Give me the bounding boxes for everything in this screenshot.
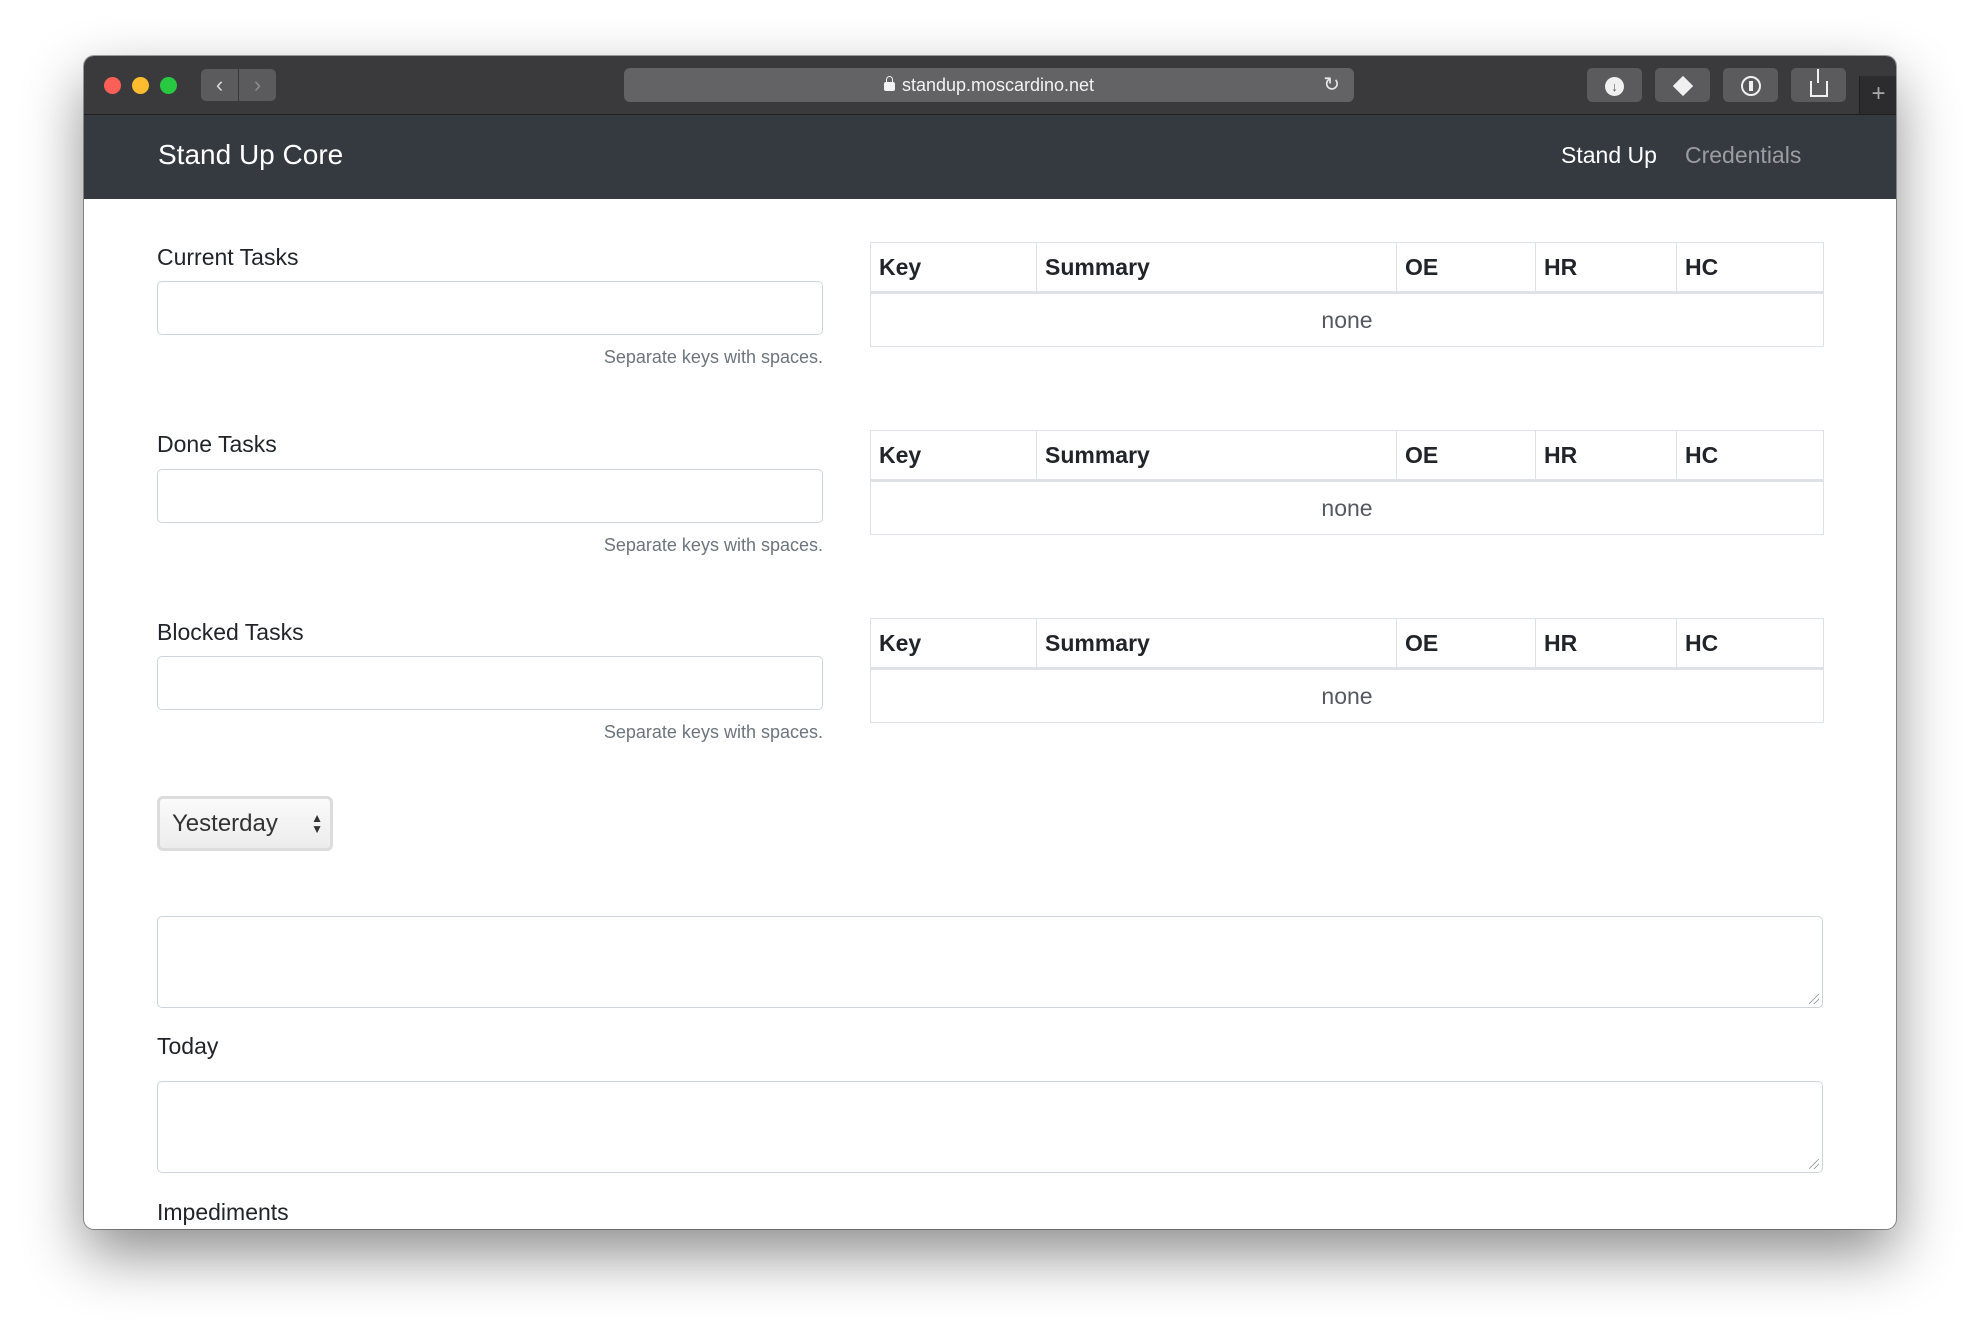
table-row: none — [870, 480, 1824, 535]
column-header-hc: HC — [1676, 242, 1824, 294]
day-select-value: Yesterday — [172, 810, 278, 837]
table-row: none — [870, 668, 1824, 723]
yesterday-textarea[interactable] — [157, 916, 1823, 1008]
share-icon — [1809, 69, 1828, 98]
blocked-tasks-input[interactable] — [157, 656, 823, 710]
column-header-summary: Summary — [1036, 618, 1397, 670]
close-window-button[interactable] — [104, 77, 121, 94]
impediments-label: Impediments — [157, 1199, 289, 1225]
url-text: standup.moscardino.net — [901, 75, 1095, 95]
share-button[interactable] — [1791, 68, 1846, 102]
browser-window: ‹ › standup.moscardino.net ↻ ↓ + Stand U… — [84, 56, 1896, 1229]
main-content: Current Tasks Separate keys with spaces.… — [84, 199, 1896, 1229]
column-header-hr: HR — [1535, 430, 1677, 482]
column-header-hc: HC — [1676, 618, 1824, 670]
current-tasks-label: Current Tasks — [157, 244, 299, 270]
column-header-oe: OE — [1396, 242, 1536, 294]
nav-link-credentials[interactable]: Credentials — [1685, 142, 1801, 169]
done-tasks-help: Separate keys with spaces. — [603, 535, 823, 555]
column-header-hc: HC — [1676, 430, 1824, 482]
password-manager-button[interactable] — [1723, 68, 1778, 102]
extension-button[interactable] — [1655, 68, 1710, 102]
day-select[interactable]: Yesterday ▲ ▼ — [157, 796, 333, 851]
column-header-summary: Summary — [1036, 242, 1397, 294]
current-tasks-help: Separate keys with spaces. — [603, 347, 823, 367]
address-bar[interactable]: standup.moscardino.net ↻ — [624, 68, 1354, 102]
table-row: none — [870, 292, 1824, 347]
table-header-row: Key Summary OE HR HC — [870, 618, 1824, 670]
maximize-window-button[interactable] — [160, 77, 177, 94]
current-tasks-table: Key Summary OE HR HC none — [870, 242, 1824, 347]
blocked-tasks-table: Key Summary OE HR HC none — [870, 618, 1824, 723]
select-arrows-icon: ▲ ▼ — [311, 811, 323, 836]
back-button[interactable]: ‹ — [201, 69, 238, 101]
today-label: Today — [157, 1033, 219, 1059]
done-tasks-table: Key Summary OE HR HC none — [870, 430, 1824, 535]
resize-grip-icon[interactable] — [1809, 994, 1819, 1004]
column-header-hr: HR — [1535, 618, 1677, 670]
chevron-left-icon: ‹ — [215, 72, 224, 97]
empty-table-cell: none — [870, 668, 1824, 723]
new-tab-button[interactable]: + — [1859, 76, 1896, 114]
brand-link[interactable]: Stand Up Core — [158, 139, 343, 171]
column-header-key: Key — [870, 242, 1037, 294]
empty-table-cell: none — [870, 292, 1824, 347]
reload-icon[interactable]: ↻ — [1323, 68, 1340, 102]
download-icon: ↓ — [1605, 76, 1624, 96]
blocked-tasks-help: Separate keys with spaces. — [603, 722, 823, 742]
blocked-tasks-label: Blocked Tasks — [157, 619, 304, 645]
done-tasks-label: Done Tasks — [157, 431, 277, 457]
column-header-key: Key — [870, 618, 1037, 670]
table-header-row: Key Summary OE HR HC — [870, 430, 1824, 482]
column-header-summary: Summary — [1036, 430, 1397, 482]
today-textarea[interactable] — [157, 1081, 1823, 1173]
chevron-right-icon: › — [253, 72, 262, 97]
resize-grip-icon[interactable] — [1809, 1159, 1819, 1169]
forward-button[interactable]: › — [239, 69, 276, 101]
password-manager-icon — [1740, 76, 1761, 97]
column-header-oe: OE — [1396, 618, 1536, 670]
lock-icon — [883, 76, 895, 91]
nav-link-stand-up[interactable]: Stand Up — [1561, 142, 1657, 169]
column-header-hr: HR — [1535, 242, 1677, 294]
downloads-button[interactable]: ↓ — [1587, 68, 1642, 102]
cube-icon — [1672, 76, 1693, 97]
column-header-key: Key — [870, 430, 1037, 482]
minimize-window-button[interactable] — [132, 77, 149, 94]
current-tasks-input[interactable] — [157, 281, 823, 335]
browser-titlebar: ‹ › standup.moscardino.net ↻ ↓ + — [84, 56, 1896, 115]
table-header-row: Key Summary OE HR HC — [870, 242, 1824, 294]
app-navbar: Stand Up Core Stand Up Credentials — [84, 115, 1896, 199]
empty-table-cell: none — [870, 480, 1824, 535]
done-tasks-input[interactable] — [157, 469, 823, 523]
column-header-oe: OE — [1396, 430, 1536, 482]
